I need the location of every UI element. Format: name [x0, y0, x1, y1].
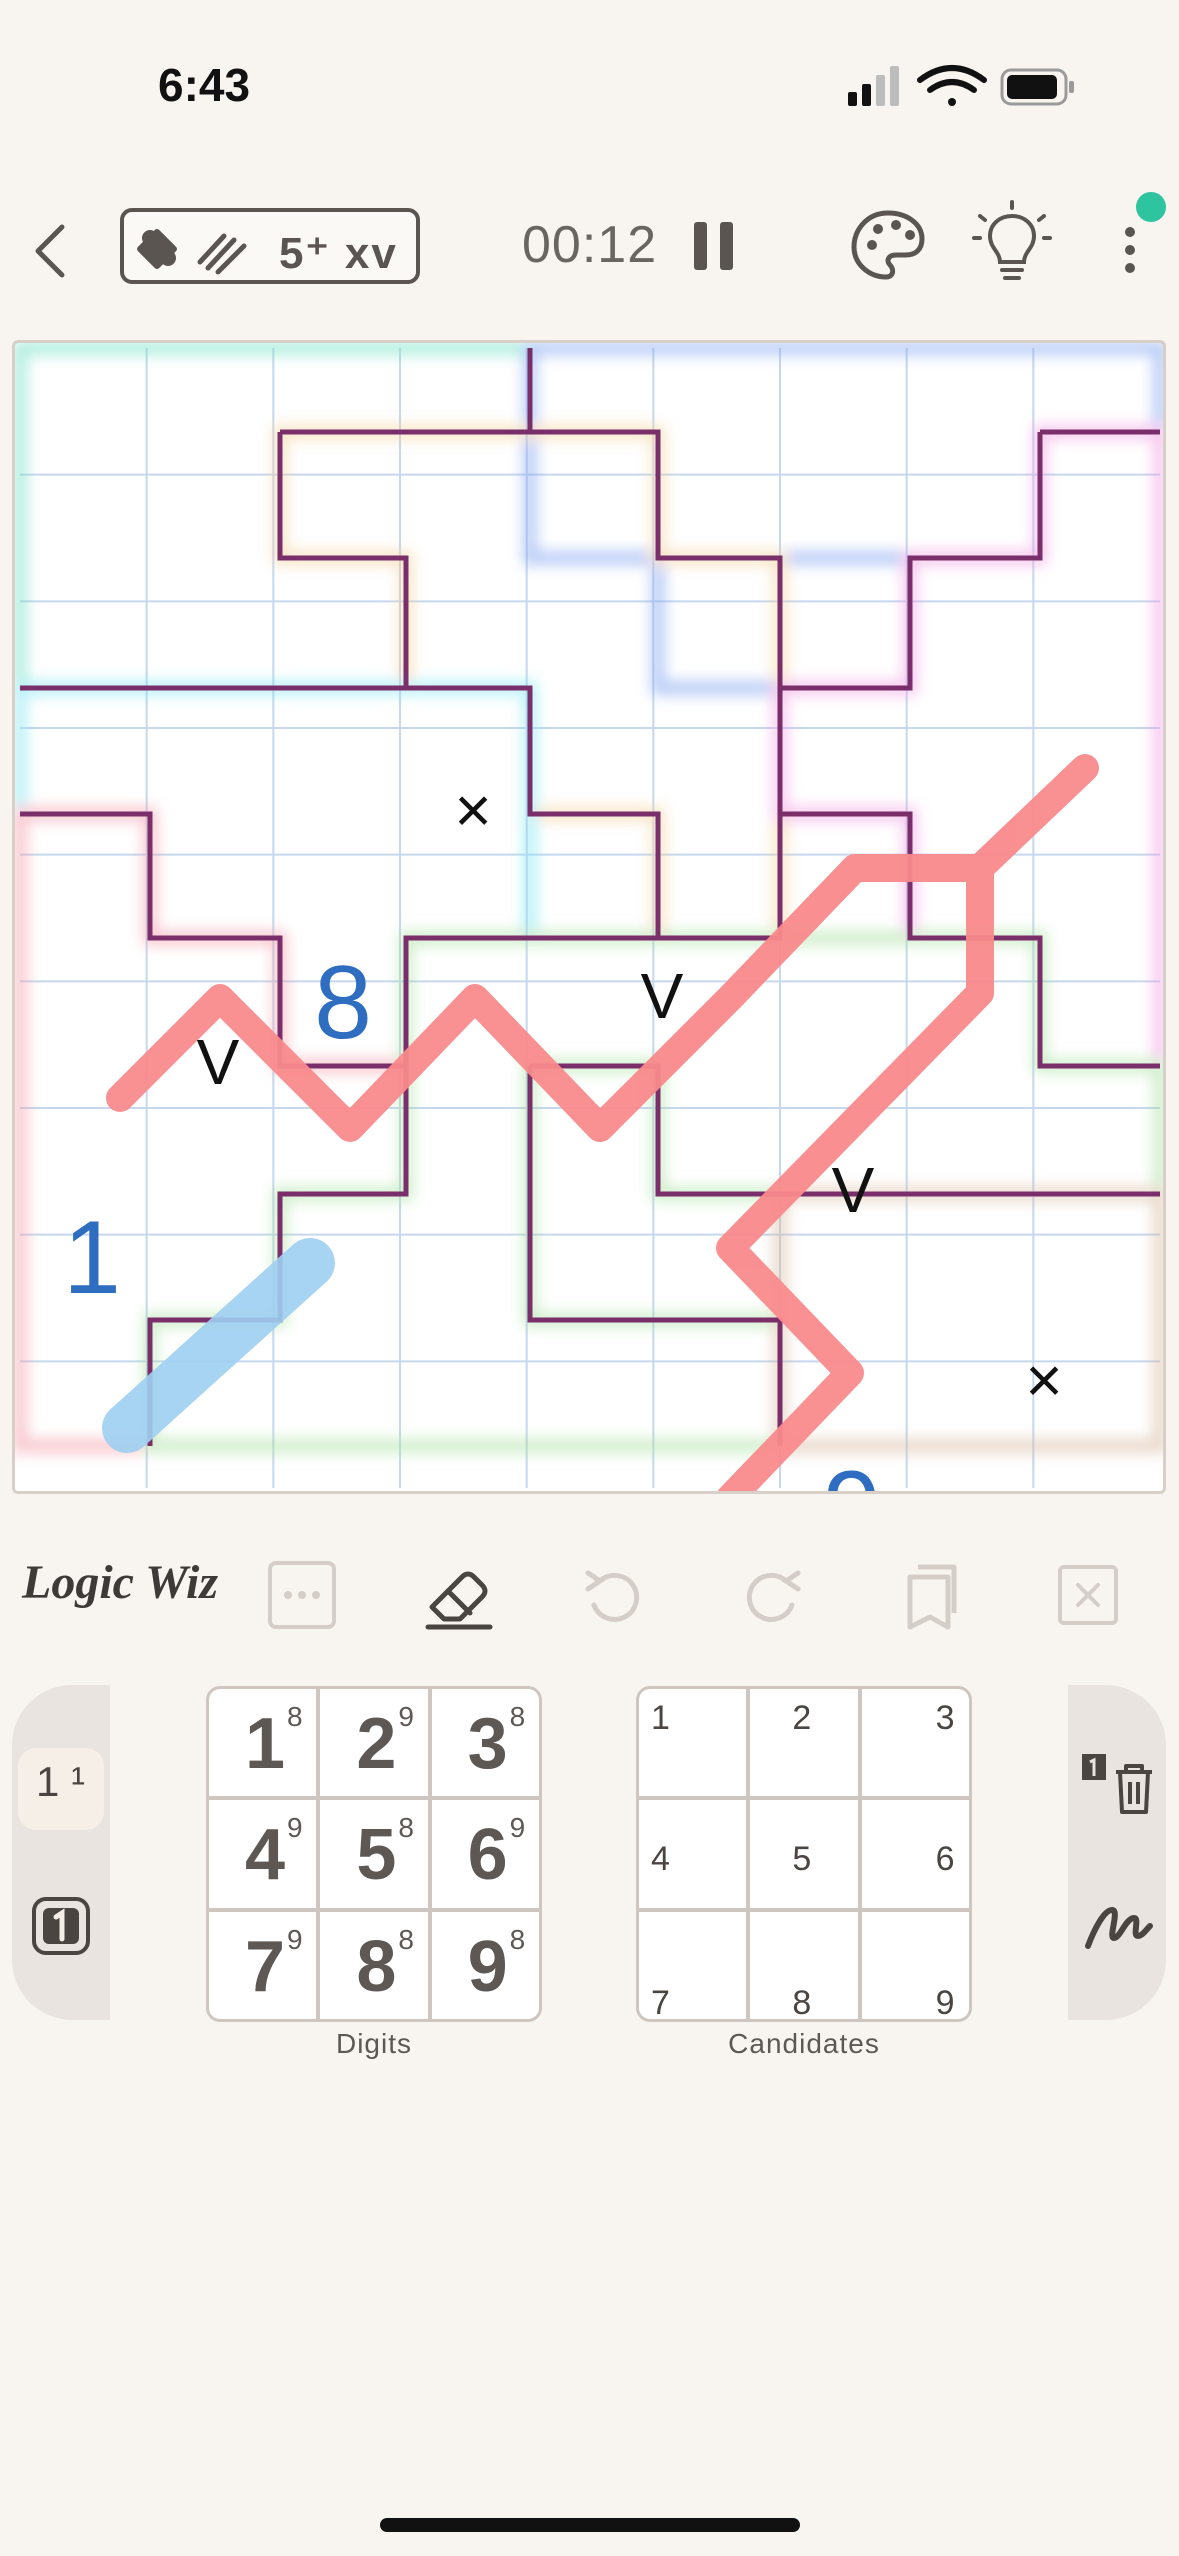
digit-key[interactable]: 69: [431, 1800, 539, 1908]
badge-text: 5⁺ xv: [279, 229, 398, 278]
redo-icon[interactable]: [732, 1555, 812, 1635]
digit-key-value: 4: [245, 1815, 286, 1896]
eraser-icon[interactable]: [418, 1555, 498, 1635]
lightbulb-icon[interactable]: [972, 200, 1052, 290]
digit-key-count: 8: [398, 1923, 414, 1955]
candidate-key-value: 3: [935, 1699, 955, 1737]
digit-key-value: 7: [245, 1926, 286, 2007]
candidate-key[interactable]: 2: [750, 1689, 858, 1797]
diagonal-lines-icon: [197, 233, 247, 275]
digit-key[interactable]: 49: [209, 1800, 317, 1908]
digit-key-count: 8: [509, 1701, 526, 1732]
digit-key-count: 8: [398, 1812, 414, 1844]
wifi-icon: [917, 65, 987, 106]
candidate-key[interactable]: 6: [861, 1800, 969, 1908]
x-mark: ×: [454, 774, 491, 846]
digit-key-count: 8: [509, 1923, 526, 1955]
candidate-key[interactable]: 7: [639, 1911, 747, 2022]
digit-key-count: 9: [509, 1812, 526, 1844]
v-mark: V: [832, 1154, 875, 1226]
x-mark: ×: [1025, 1344, 1062, 1416]
v-mark: V: [641, 960, 684, 1032]
given-digit: 8: [314, 945, 372, 1061]
home-indicator[interactable]: [380, 2518, 800, 2532]
digit-key-value: 8: [356, 1926, 397, 2007]
digit-key-value: 1: [245, 1704, 286, 1784]
palette-icon[interactable]: [848, 205, 928, 285]
candidate-key[interactable]: 8: [750, 1911, 858, 2022]
digit-key[interactable]: 38: [431, 1689, 539, 1797]
candidate-key-value: 5: [792, 1840, 812, 1879]
candidates-caption: Candidates: [728, 2028, 880, 2059]
blue-lines: [102, 1238, 335, 1453]
digit-key-count: 9: [398, 1701, 414, 1732]
digit-key[interactable]: 58: [320, 1800, 428, 1908]
undo-icon[interactable]: [574, 1555, 654, 1635]
candidate-key-value: 8: [792, 1983, 812, 2022]
digit-key-count: 9: [287, 1923, 303, 1955]
clear-icon[interactable]: [1048, 1555, 1128, 1635]
boxed-one-icon[interactable]: [30, 1895, 92, 1957]
candidate-key[interactable]: 4: [639, 1800, 747, 1908]
red-lines: [106, 754, 1099, 1491]
more-horizontal-icon[interactable]: [262, 1555, 342, 1635]
candidate-key-value: 4: [651, 1840, 670, 1879]
digit-key-value: 6: [467, 1815, 508, 1896]
candidate-key-value: 1: [651, 1699, 670, 1737]
digit-key-count: 9: [287, 1812, 303, 1844]
timer: 00:12: [522, 216, 658, 274]
candidate-key-value: 7: [651, 1983, 670, 2022]
digit-key[interactable]: 88: [320, 1911, 428, 2019]
digit-key-count: 8: [287, 1701, 303, 1732]
candidate-key[interactable]: 1: [639, 1689, 747, 1797]
back-chevron-icon[interactable]: [20, 205, 90, 295]
puzzle-rules-badge[interactable]: 5⁺ xv: [120, 208, 420, 284]
notification-dot: [1136, 192, 1166, 222]
digit-key[interactable]: 98: [431, 1911, 539, 2019]
given-digit: 1: [63, 1200, 121, 1316]
brand-logo: Logic Wiz: [22, 1556, 219, 1609]
digit-key-value: 9: [467, 1926, 508, 2007]
candidate-key[interactable]: 3: [861, 1689, 969, 1797]
digit-key[interactable]: 79: [209, 1911, 317, 2019]
digit-mode-label: 1 ¹: [36, 1758, 86, 1805]
pause-icon[interactable]: [690, 218, 738, 274]
candidate-key-value: 9: [935, 1983, 955, 2022]
mode-panel-left: [12, 1685, 110, 2020]
status-icons: [848, 65, 1074, 106]
candidates-keypad: 1 2 3 4 5 6 7 8 9: [636, 1686, 972, 2022]
battery-icon: [1000, 68, 1074, 106]
mode-panel-right: [1068, 1685, 1166, 2020]
status-time: 6:43: [158, 59, 251, 111]
copy-icon[interactable]: [888, 1555, 968, 1635]
candidate-key[interactable]: 5: [750, 1800, 858, 1908]
digit-key-value: 2: [356, 1704, 397, 1784]
candidate-key-value: 6: [935, 1840, 955, 1879]
digits-caption: Digits: [335, 2028, 412, 2059]
digit-key-value: 3: [467, 1704, 508, 1784]
digit-key[interactable]: 29: [320, 1689, 428, 1797]
delete-digit-icon[interactable]: [1078, 1748, 1158, 1818]
cellular-signal-icon: [848, 66, 899, 106]
puzzle-board[interactable]: × × V V V V 8 1 9 5 3: [12, 340, 1166, 1494]
jigsaw-icon: [137, 229, 177, 269]
given-digit: 9: [823, 1450, 881, 1491]
v-mark: V: [197, 1026, 240, 1098]
candidate-key-value: 2: [792, 1699, 812, 1737]
candidate-key[interactable]: 9: [861, 1911, 969, 2022]
digits-keypad: 182938495869798898: [206, 1686, 542, 2022]
digit-key[interactable]: 18: [209, 1689, 317, 1797]
digit-key-value: 5: [356, 1815, 397, 1896]
pen-scribble-icon[interactable]: [1082, 1890, 1154, 1962]
